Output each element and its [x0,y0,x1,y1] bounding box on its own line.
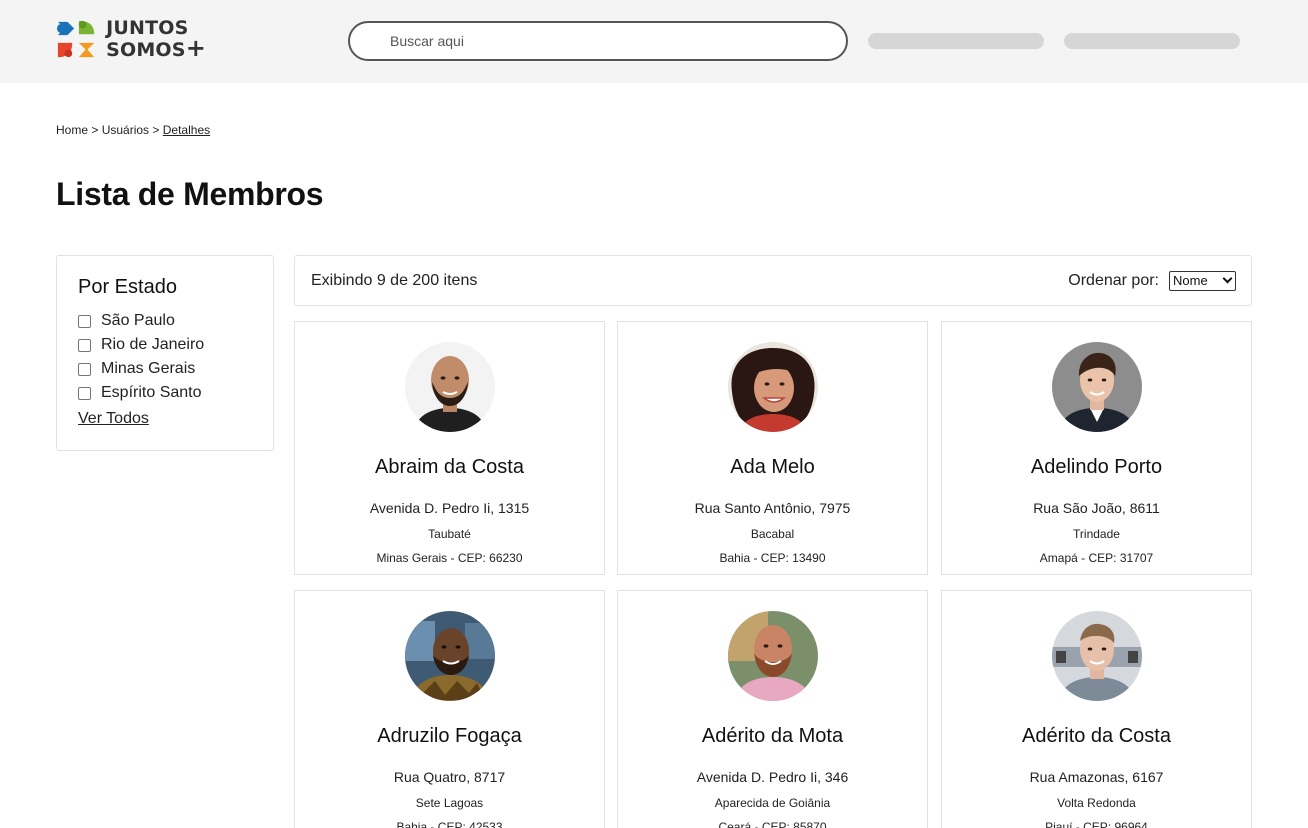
member-card[interactable]: Adérito da Mota Avenida D. Pedro Ii, 346… [617,590,928,828]
member-card[interactable]: Ada Melo Rua Santo Antônio, 7975 Bacabal… [617,321,928,575]
logo-plus: + [185,34,206,62]
checkbox[interactable] [78,338,91,352]
state-filter-panel: Por Estado São Paulo Rio de Janeiro Mina… [56,255,274,451]
results-toolbar: Exibindo 9 de 200 itens Ordenar por: Nom… [294,255,1252,306]
member-street: Rua Quatro, 8717 [393,769,506,785]
member-name: Adruzilo Fogaça [377,725,522,747]
member-state-cep: Ceará - CEP: 85870 [718,820,827,828]
checkbox[interactable] [78,362,91,376]
member-name: Adelindo Porto [1030,456,1163,478]
avatar [405,342,495,432]
top-header: JUNTOS SOMOS+ [0,0,1308,83]
member-card[interactable]: Adérito da Costa Rua Amazonas, 6167 Volt… [941,590,1252,828]
member-street: Avenida D. Pedro Ii, 1315 [369,500,530,516]
member-state-cep: Bahia - CEP: 42533 [396,820,503,828]
avatar [1052,342,1142,432]
search-bar [348,21,848,61]
member-state-cep: Bahia - CEP: 13490 [719,551,826,565]
search-input[interactable] [350,23,846,59]
sort-select-value: Nome [1173,273,1208,288]
avatar [1052,611,1142,701]
logo-icon [56,20,95,58]
member-city: Taubaté [428,527,471,541]
avatar [405,611,495,701]
member-state-cep: Minas Gerais - CEP: 66230 [376,551,523,565]
checkbox[interactable] [78,314,91,328]
see-all-link[interactable]: Ver Todos [78,410,149,428]
member-city: Volta Redonda [1057,796,1136,810]
sort-select[interactable]: Nome [1169,271,1236,291]
filter-option-minas-gerais[interactable]: Minas Gerais [78,357,252,381]
filter-option-label: São Paulo [101,312,175,329]
avatar [728,342,818,432]
logo-line2: SOMOS [106,39,186,61]
results-count: Exibindo 9 de 200 itens [311,272,478,289]
page-title: Lista de Membros [56,176,324,212]
nav-placeholder-1 [868,33,1044,49]
avatar [728,611,818,701]
member-state-cep: Piauí - CEP: 96964 [1045,820,1148,828]
breadcrumb-home[interactable]: Home [56,123,88,137]
filter-option-label: Minas Gerais [101,360,196,377]
member-name: Adérito da Costa [1022,725,1171,747]
member-city: Trindade [1073,527,1120,541]
filter-option-rio-de-janeiro[interactable]: Rio de Janeiro [78,333,252,357]
filter-option-sao-paulo[interactable]: São Paulo [78,309,252,333]
breadcrumb-current[interactable]: Detalhes [163,123,210,137]
filter-title: Por Estado [78,276,177,298]
member-name: Abraim da Costa [375,456,524,478]
filter-option-label: Rio de Janeiro [101,336,205,353]
filter-option-espirito-santo[interactable]: Espírito Santo [78,381,252,405]
chevron-down-icon [1222,273,1233,284]
checkbox[interactable] [78,386,91,400]
logo-text: JUNTOS SOMOS+ [106,18,206,60]
member-state-cep: Amapá - CEP: 31707 [1039,551,1154,565]
filter-option-label: Espírito Santo [101,384,202,401]
nav-placeholder-2 [1064,33,1240,49]
member-card[interactable]: Adelindo Porto Rua São João, 8611 Trinda… [941,321,1252,575]
member-street: Rua São João, 8611 [1033,500,1160,516]
member-name: Adérito da Mota [701,725,844,747]
member-street: Rua Santo Antônio, 7975 [694,500,851,516]
breadcrumb-separator: > [149,123,163,137]
logo[interactable]: JUNTOS SOMOS+ [56,17,206,61]
sort-label: Ordenar por: [1068,272,1159,289]
member-card[interactable]: Adruzilo Fogaça Rua Quatro, 8717 Sete La… [294,590,605,828]
breadcrumb-separator: > [88,123,102,137]
member-city: Bacabal [750,527,795,541]
member-city: Sete Lagoas [415,796,484,810]
breadcrumb: Home > Usuários > Detalhes [56,123,210,137]
member-street: Rua Amazonas, 6167 [1029,769,1164,785]
member-street: Avenida D. Pedro Ii, 346 [696,769,849,785]
breadcrumb-users[interactable]: Usuários [102,123,149,137]
member-name: Ada Melo [730,456,815,478]
member-card[interactable]: Abraim da Costa Avenida D. Pedro Ii, 131… [294,321,605,575]
member-city: Aparecida de Goiânia [714,796,831,810]
